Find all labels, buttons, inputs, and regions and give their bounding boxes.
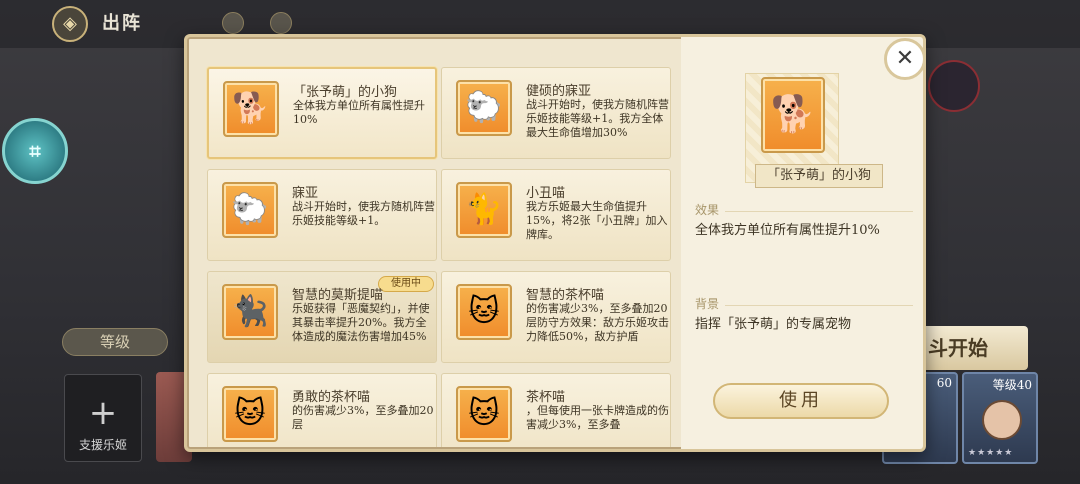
pet-name: 健硕的寐亚 [526, 84, 592, 99]
character-level: 60 [936, 376, 952, 390]
pet-name: 小丑喵 [526, 186, 566, 201]
teacup-cat-icon: 🐱 [456, 284, 512, 340]
plus-icon: + [88, 393, 118, 433]
background-text: 指挥「张予萌」的专属宠物 [695, 317, 852, 332]
pet-desc: 全体我方单位所有属性提升10% [293, 99, 425, 126]
pet-name: 智慧的莫斯提喵 [292, 288, 384, 303]
pet-desc: 战斗开始时，使我方随机阵营乐姬技能等级+1。我方全体最大生命值增加30% [526, 98, 669, 139]
divider [725, 305, 913, 306]
teacup-cat-icon: 🐱 [222, 386, 278, 442]
detail-pet-name: 「张予萌」的小狗 [755, 164, 883, 188]
page-title: 出阵 [102, 13, 142, 34]
dog-pet-icon: 🐕 [761, 77, 825, 153]
pet-item[interactable]: 🐱 智慧的茶杯喵 的伤害减少3%，至多叠加20层防守方效果：敌方乐姬攻击力降低5… [441, 271, 671, 363]
pet-item[interactable]: 🐱 勇敢的茶杯喵 的伤害减少3%，至多叠加20层 [207, 373, 437, 447]
pet-item[interactable]: 🐑 寐亚 战斗开始时，使我方随机阵营乐姬技能等级+1。 [207, 169, 437, 261]
pet-item[interactable]: 🐕 「张予萌」的小狗 全体我方单位所有属性提升10% [207, 67, 437, 159]
pet-desc: ，但每使用一张卡牌造成的伤害减少3%，至多叠 [526, 404, 669, 431]
pet-item[interactable]: 🐈 小丑喵 我方乐姬最大生命值提升15%，将2张「小丑牌」加入牌库。 [441, 169, 671, 261]
teacup-cat-icon: 🐱 [456, 386, 512, 442]
dog-pet-icon: 🐕 [223, 81, 279, 137]
battle-start-button[interactable]: 斗开始 [920, 326, 1028, 370]
in-use-badge: 使用中 [378, 276, 434, 292]
pet-item[interactable]: 🐑 健硕的寐亚 战斗开始时，使我方随机阵营乐姬技能等级+1。我方全体最大生命值增… [441, 67, 671, 159]
pet-name: 寐亚 [292, 186, 319, 201]
pet-name: 智慧的茶杯喵 [526, 288, 605, 303]
pet-name: 茶杯喵 [526, 390, 566, 405]
top-menu-icon[interactable] [222, 12, 244, 34]
pet-desc: 战斗开始时，使我方随机阵营乐姬技能等级+1。 [292, 200, 435, 227]
pet-desc: 的伤害减少3%，至多叠加20层防守方效果：敌方乐姬攻击力降低50%，敌方护盾 [526, 302, 669, 343]
support-label: 支援乐姬 [78, 438, 127, 452]
background-label: 背景 [695, 297, 720, 311]
pet-desc: 的伤害减少3%，至多叠加20层 [292, 404, 434, 431]
sheep-pet-icon: 🐑 [222, 182, 278, 238]
pet-desc: 乐姬获得「恶魔契约」，并使其暴击率提升20%。我方全体造成的魔法伤害增加45% [292, 302, 430, 343]
back-button[interactable]: ◈ [52, 6, 88, 42]
cat-decoration-icon [928, 60, 980, 112]
top-info-icon[interactable] [270, 12, 292, 34]
pet-item[interactable]: 🐱 茶杯喵 ，但每使用一张卡牌造成的伤害减少3%，至多叠 [441, 373, 671, 447]
black-cat-icon: 🐈‍⬛ [222, 284, 278, 340]
character-card[interactable]: 等级40 ★★★★★ [962, 372, 1038, 464]
close-icon[interactable]: ✕ [884, 38, 926, 80]
pet-selection-modal: 🐕 「张予萌」的小狗 全体我方单位所有属性提升10% 🐑 健硕的寐亚 战斗开始时… [184, 34, 926, 452]
character-portrait [982, 400, 1022, 440]
character-level: 等级40 [992, 378, 1032, 392]
support-slot[interactable]: + 支援乐姬 [64, 374, 142, 462]
use-button[interactable]: 使用 [713, 383, 889, 419]
clown-cat-icon: 🐈 [456, 182, 512, 238]
divider [725, 211, 913, 212]
pet-name: 「张予萌」的小狗 [293, 85, 398, 100]
level-sort-tab[interactable]: 等级 [62, 328, 168, 356]
effect-text: 全体我方单位所有属性提升10% [695, 223, 880, 238]
pet-name: 勇敢的茶杯喵 [292, 390, 371, 405]
sheep-pet-icon: 🐑 [456, 80, 512, 136]
pet-item[interactable]: 🐈‍⬛ 使用中 智慧的莫斯提喵 乐姬获得「恶魔契约」，并使其暴击率提升20%。我… [207, 271, 437, 363]
effect-label: 效果 [695, 203, 720, 217]
star-rating-icon: ★★★★★ [968, 448, 1014, 458]
pet-detail-panel: 🐕 「张予萌」的小狗 效果 全体我方单位所有属性提升10% 背景 指挥「张予萌」… [681, 37, 923, 449]
game-logo-icon: ⌗ [2, 118, 68, 184]
pet-desc: 我方乐姬最大生命值提升15%，将2张「小丑牌」加入牌库。 [526, 200, 668, 241]
pet-list[interactable]: 🐕 「张予萌」的小狗 全体我方单位所有属性提升10% 🐑 健硕的寐亚 战斗开始时… [197, 61, 673, 447]
